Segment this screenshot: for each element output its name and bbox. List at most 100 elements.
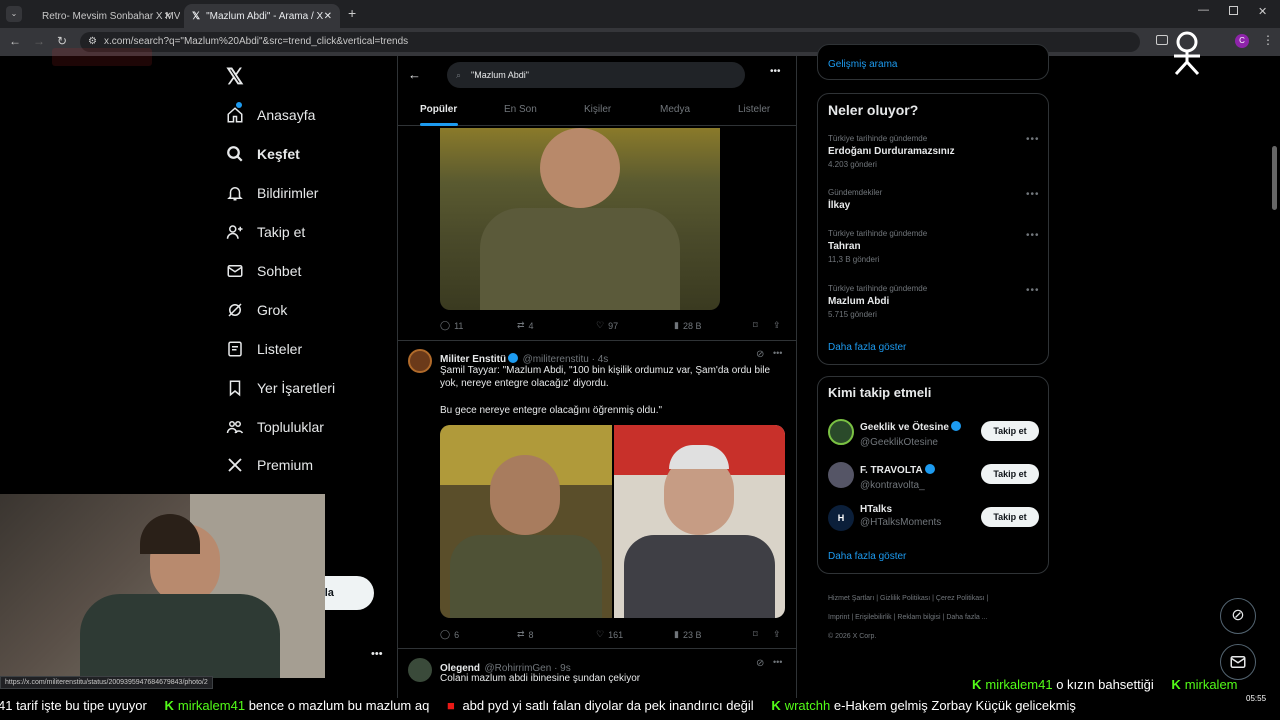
footer-link[interactable]: Daha fazla ... [946, 614, 987, 621]
tab-retro[interactable]: Retro- Mevsim Sonbahar X MV... ✕ [28, 4, 180, 28]
more-icon[interactable]: ••• [1026, 285, 1040, 296]
trend-item[interactable]: Türkiye tarihinde gündemde Mazlum Abdi 5… [828, 284, 1040, 324]
avatar[interactable] [408, 349, 432, 373]
nav-item-bookmarks[interactable]: Yer İşaretleri [226, 373, 335, 403]
tab-media[interactable]: Medya [660, 104, 690, 115]
nav-item-notifications[interactable]: Bildirimler [226, 178, 318, 208]
reply-button[interactable]: ◯ 11 [440, 320, 463, 331]
follow-button[interactable]: Takip et [981, 507, 1039, 527]
x-home-logo[interactable]: 𝕏 [226, 64, 244, 90]
tab-lists[interactable]: Listeler [738, 104, 770, 115]
avatar[interactable] [828, 462, 854, 488]
nav-item-grok[interactable]: Grok [226, 295, 287, 325]
nav-item-home[interactable]: Anasayfa [226, 100, 315, 130]
like-button[interactable]: ♡ 161 [596, 629, 623, 640]
grok-float-button[interactable]: ⊘ [1220, 598, 1256, 634]
footer-link[interactable]: Imprint [828, 614, 849, 621]
back-arrow-icon[interactable]: ← [9, 34, 21, 48]
tab-x-search[interactable]: 𝕏 "Mazlum Abdi" - Arama / X ✕ [184, 4, 340, 28]
close-window-button[interactable]: ✕ [1258, 5, 1267, 18]
messages-float-button[interactable] [1220, 644, 1256, 680]
more-icon[interactable]: ••• [770, 66, 781, 77]
maximize-button[interactable] [1229, 6, 1238, 15]
views-button[interactable]: ▮ 28 B [674, 320, 701, 331]
avatar[interactable] [828, 419, 854, 445]
avatar[interactable]: H [828, 505, 854, 531]
footer-link[interactable]: Reklam bilgisi [897, 614, 940, 621]
grok-icon[interactable]: ⊘ [756, 349, 764, 360]
follow-user[interactable]: Geeklik ve Ötesine @GeeklikOtesine [860, 417, 961, 448]
footer-link[interactable]: Hizmet Şartları [828, 595, 874, 602]
nav-item-follow[interactable]: Takip et [226, 217, 305, 247]
tab-latest[interactable]: En Son [504, 104, 537, 115]
close-icon[interactable]: ✕ [324, 11, 332, 22]
show-more-link[interactable]: Daha fazla göster [828, 342, 906, 353]
search-input[interactable]: ⌕ "Mazlum Abdi" [447, 62, 745, 88]
like-button[interactable]: ♡ 97 [596, 320, 618, 331]
url-text: x.com/search?q="Mazlum%20Abdi"&src=trend… [104, 36, 409, 47]
reply-button[interactable]: ◯ 6 [440, 629, 459, 640]
share-icon[interactable]: ⇪ [773, 320, 781, 331]
nav-item-premium[interactable]: Premium [226, 450, 313, 480]
nav-item-chat[interactable]: Sohbet [226, 256, 301, 286]
more-icon[interactable]: ••• [1026, 134, 1040, 145]
share-icon[interactable]: ⇪ [773, 629, 781, 640]
chat-text: abd pyd yi satlı falan diyolar da pek in… [462, 698, 754, 713]
minimize-button[interactable]: — [1198, 4, 1209, 16]
more-icon[interactable]: ••• [1026, 189, 1040, 200]
communities-icon [226, 421, 244, 434]
tab-popular[interactable]: Popüler [420, 104, 457, 115]
show-more-link[interactable]: Daha fazla göster [828, 551, 906, 562]
trend-item[interactable]: Gündemdekiler İlkay [828, 188, 1040, 216]
repost-button[interactable]: ⇄ 4 [517, 320, 534, 331]
trend-item[interactable]: Türkiye tarihinde gündemde Tahran 11,3 B… [828, 229, 1040, 269]
account-more-icon[interactable]: ••• [371, 648, 383, 660]
more-icon[interactable]: ••• [1026, 230, 1040, 241]
nav-item-explore[interactable]: Keşfet [226, 139, 300, 169]
tab-people[interactable]: Kişiler [584, 104, 611, 115]
bookmark-icon[interactable]: ⌑ [753, 629, 758, 640]
repost-count: 4 [528, 320, 534, 331]
nav-item-label: Keşfet [257, 146, 300, 162]
tweet-image[interactable] [614, 425, 785, 618]
status-url: https://x.com/militerenstitu/status/2009… [0, 676, 213, 689]
nav-item-label: Grok [257, 302, 288, 318]
chat-ticker: 41 tarif işte bu tipe uyuyor Kmirkalem41… [0, 698, 1280, 720]
repost-button[interactable]: ⇄ 8 [517, 629, 534, 640]
tab-search-button[interactable]: ⌄ [6, 6, 22, 22]
x-logo-icon [228, 458, 242, 472]
grok-icon[interactable]: ⊘ [756, 658, 764, 669]
follow-button[interactable]: Takip et [981, 464, 1039, 484]
footer-link[interactable]: Erişilebilirlik [855, 614, 892, 621]
cast-icon[interactable] [1156, 35, 1168, 45]
trend-count: 5.715 gönderi [828, 310, 877, 319]
nav-item-lists[interactable]: Listeler [226, 334, 302, 364]
more-icon[interactable]: ••• [773, 348, 782, 358]
footer-link[interactable]: Çerez Politikası [936, 595, 985, 602]
avatar[interactable] [408, 658, 432, 682]
reload-icon[interactable]: ↻ [57, 34, 67, 48]
view-count: 23 B [682, 629, 702, 640]
views-button[interactable]: ▮ 23 B [674, 629, 701, 640]
follow-user-name: F. TRAVOLTA [860, 465, 923, 476]
profile-avatar[interactable]: C [1235, 34, 1249, 48]
new-tab-button[interactable]: + [348, 5, 356, 21]
bookmark-icon[interactable]: ⌑ [753, 320, 758, 331]
mail-icon [1230, 656, 1246, 668]
footer-link[interactable]: Gizlilik Politikası [880, 595, 930, 602]
nav-item-communities[interactable]: Topluluklar [226, 412, 324, 442]
advanced-search-link[interactable]: Gelişmiş arama [828, 59, 897, 70]
follow-button[interactable]: Takip et [981, 421, 1039, 441]
close-icon[interactable]: ✕ [164, 11, 172, 22]
more-icon[interactable]: ••• [773, 657, 782, 667]
follow-user[interactable]: F. TRAVOLTA @kontravolta_ [860, 460, 935, 491]
follow-user[interactable]: HTalks @HTalksMoments [860, 504, 941, 528]
follow-user-name: HTalks [860, 504, 893, 515]
menu-icon[interactable]: ⋮ [1262, 33, 1274, 47]
tweet-image[interactable] [440, 128, 720, 310]
forward-arrow-icon[interactable]: → [33, 34, 45, 48]
scrollbar-thumb[interactable] [1272, 146, 1277, 210]
back-arrow-icon[interactable]: ← [408, 67, 421, 82]
tweet-image[interactable] [440, 425, 612, 618]
trend-item[interactable]: Türkiye tarihinde gündemde Erdoğanı Durd… [828, 134, 1040, 174]
